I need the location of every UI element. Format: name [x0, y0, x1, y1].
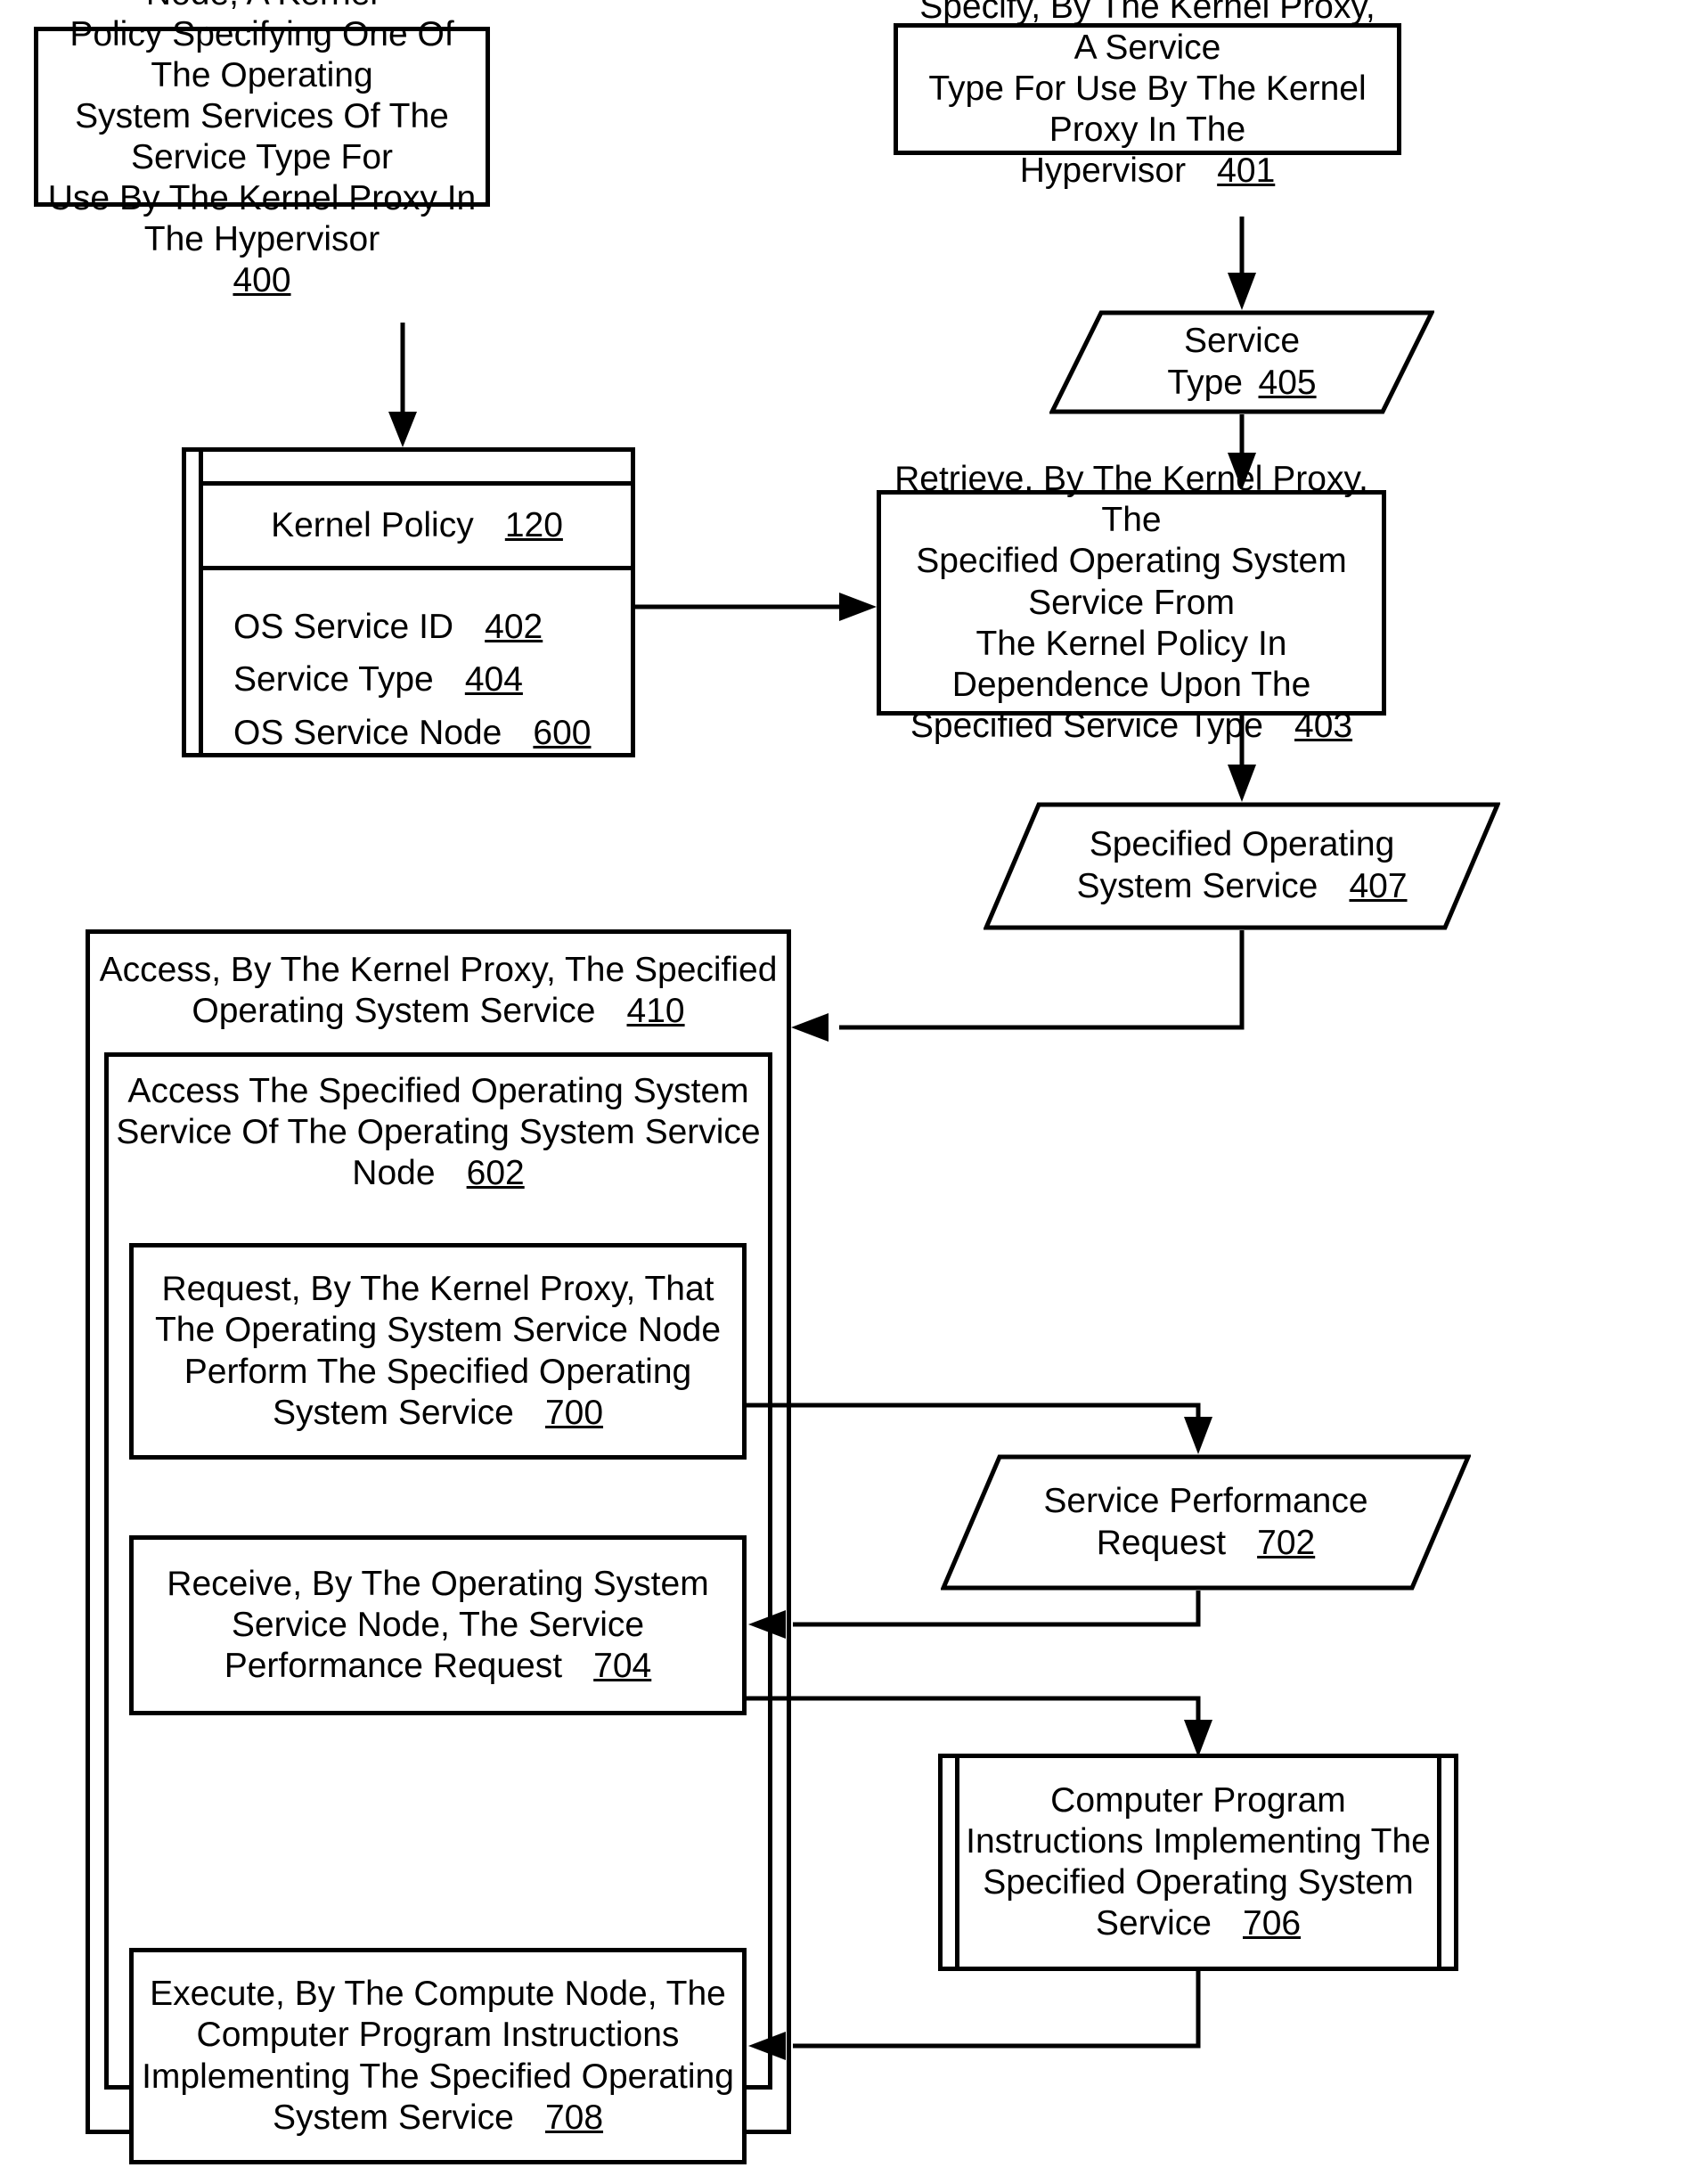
container-410-label: Access, By The Kernel Proxy, The Specifi… — [99, 951, 778, 1031]
kernel-policy-title: Kernel Policy 120 — [203, 486, 631, 570]
step-704-text: Receive, By The Operating System Service… — [167, 1564, 709, 1685]
step-700-text: Request, By The Kernel Proxy, That The O… — [154, 1270, 722, 1432]
step-708-ref: 708 — [544, 2098, 604, 2137]
kernel-policy-ref: 120 — [504, 506, 563, 544]
computer-program-instructions-node-706[interactable]: Computer Program Instructions Implementi… — [938, 1754, 1458, 1971]
data-node-407[interactable]: Specified Operating System Service 407 — [984, 802, 1500, 930]
data-405-ref: 405 — [1258, 363, 1317, 402]
figure-canvas: Establish, On The Compute Node, A Kernel… — [0, 0, 1698, 2184]
step-box-401[interactable]: Specify, By The Kernel Proxy, A Service … — [894, 0, 1401, 190]
kernel-policy-field-os-service-node: OS Service Node 600 — [233, 713, 592, 752]
step-box-704[interactable]: Receive, By The Operating System Service… — [129, 1535, 747, 1715]
step-403-text: Retrieve, By The Kernel Proxy, The Speci… — [894, 460, 1368, 745]
data-node-702[interactable]: Service Performance Request 702 — [941, 1454, 1471, 1591]
container-602-ref: 602 — [466, 1154, 525, 1193]
step-706-ref: 706 — [1243, 1904, 1302, 1943]
doc-spine-right-706 — [1437, 1754, 1441, 1971]
data-node-405[interactable]: Service Type 405 — [1049, 310, 1434, 414]
kernel-policy-fields: OS Service ID 402 Service Type 404 OS Serv… — [203, 570, 631, 753]
kernel-policy-field-os-service-id: OS Service ID 402 — [233, 608, 543, 646]
step-box-708[interactable]: Execute, By The Compute Node, The Comput… — [129, 1948, 747, 2164]
step-box-700[interactable]: Request, By The Kernel Proxy, That The O… — [129, 1243, 747, 1460]
container-410-ref: 410 — [626, 992, 685, 1031]
step-704-ref: 704 — [593, 1647, 652, 1685]
kernel-policy-header-bar — [203, 452, 631, 486]
step-700-ref: 700 — [544, 1393, 604, 1432]
doc-spine-left-706 — [955, 1754, 959, 1971]
step-401-ref: 401 — [1217, 151, 1276, 191]
kernel-policy-field-service-type: Service Type 404 — [233, 660, 523, 699]
data-407-ref: 407 — [1349, 867, 1408, 905]
container-602-label: Access The Specified Operating System Se… — [116, 1072, 761, 1193]
data-407-text: Specified Operating System Service 407 — [1076, 825, 1408, 905]
kernel-policy-node-120[interactable]: Kernel Policy 120 OS Service ID 402 Servic… — [182, 447, 635, 757]
step-706-text: Computer Program Instructions Implementi… — [966, 1780, 1431, 1943]
data-702-ref: 702 — [1257, 1523, 1316, 1562]
step-400-text: Establish, On The Compute Node, A Kernel… — [47, 0, 477, 300]
step-401-text: Specify, By The Kernel Proxy, A Service … — [919, 0, 1376, 191]
step-box-403[interactable]: Retrieve, By The Kernel Proxy, The Speci… — [877, 460, 1386, 745]
step-708-text: Execute, By The Compute Node, The Comput… — [142, 1975, 734, 2137]
data-702-text: Service Performance Request 702 — [1043, 1481, 1368, 1562]
step-400-ref: 400 — [233, 261, 291, 300]
step-box-400[interactable]: Establish, On The Compute Node, A Kernel… — [34, 0, 490, 299]
data-405-text: Service Type 405 — [1167, 321, 1317, 402]
step-403-ref: 403 — [1294, 706, 1353, 745]
